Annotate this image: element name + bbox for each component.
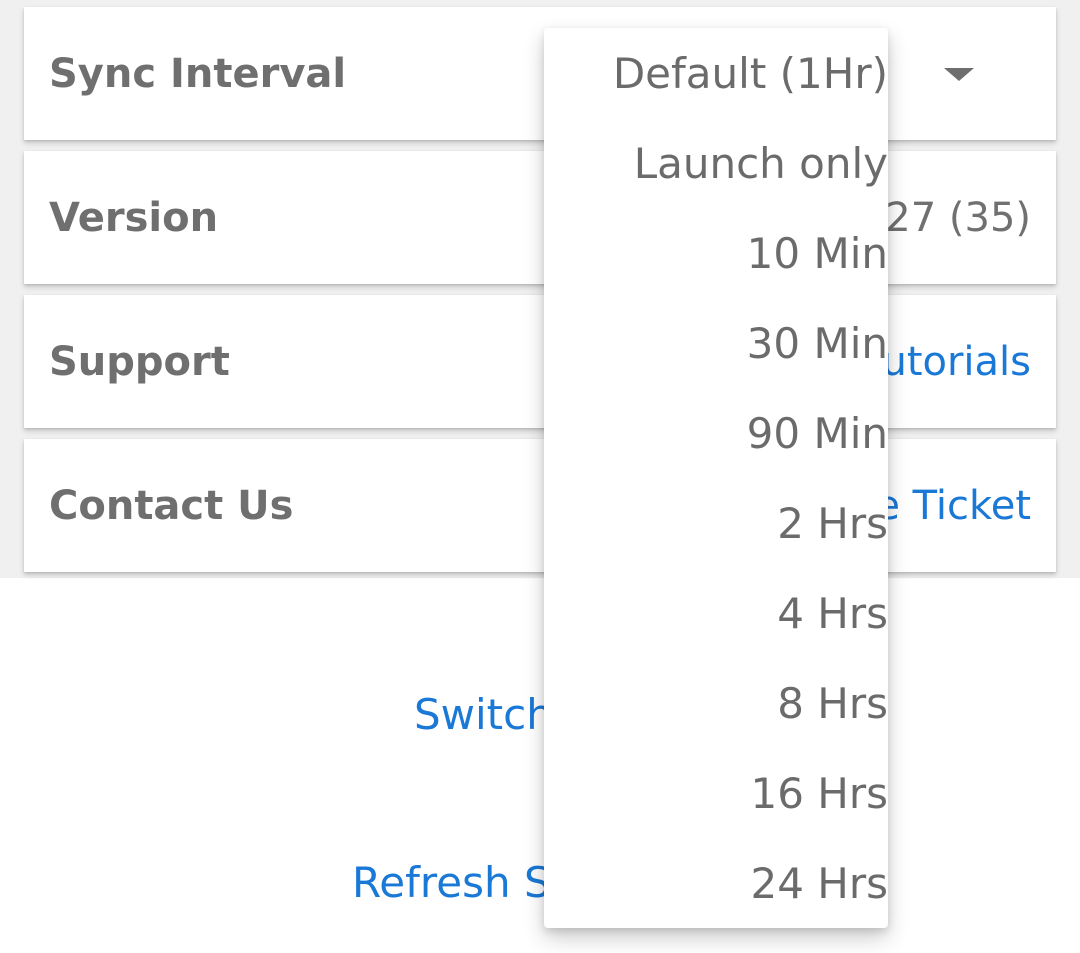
support-row: Support Tutorials <box>24 295 1056 428</box>
dropdown-option-4-hrs[interactable]: 4 Hrs <box>544 569 888 659</box>
switch-link[interactable]: Switch <box>414 690 553 739</box>
dropdown-option-2-hrs[interactable]: 2 Hrs <box>544 479 888 569</box>
contact-us-label: Contact Us <box>49 482 294 529</box>
dropdown-selected-option[interactable]: Default (1Hr) <box>544 29 888 119</box>
contact-us-row: Contact Us Create Ticket <box>24 439 1056 572</box>
chevron-down-icon[interactable] <box>944 67 974 81</box>
support-label: Support <box>49 338 230 385</box>
dropdown-option-10-min[interactable]: 10 Min <box>544 209 888 299</box>
sync-interval-dropdown: Default (1Hr) Launch only 10 Min 30 Min … <box>544 28 888 928</box>
sync-interval-label: Sync Interval <box>49 50 347 97</box>
version-label: Version <box>49 194 219 241</box>
dropdown-option-8-hrs[interactable]: 8 Hrs <box>544 659 888 749</box>
dropdown-option-24-hrs[interactable]: 24 Hrs <box>544 839 888 928</box>
refresh-link[interactable]: Refresh S <box>352 858 551 907</box>
tutorials-link[interactable]: Tutorials <box>863 339 1031 385</box>
sync-interval-row[interactable]: Sync Interval <box>24 7 1056 140</box>
settings-page: Sync Interval Version 1.0.127 (35) Suppo… <box>0 0 1080 953</box>
dropdown-option-16-hrs[interactable]: 16 Hrs <box>544 749 888 839</box>
dropdown-option-launch-only[interactable]: Launch only <box>544 119 888 209</box>
version-row: Version 1.0.127 (35) <box>24 151 1056 284</box>
dropdown-option-30-min[interactable]: 30 Min <box>544 299 888 389</box>
dropdown-option-90-min[interactable]: 90 Min <box>544 389 888 479</box>
